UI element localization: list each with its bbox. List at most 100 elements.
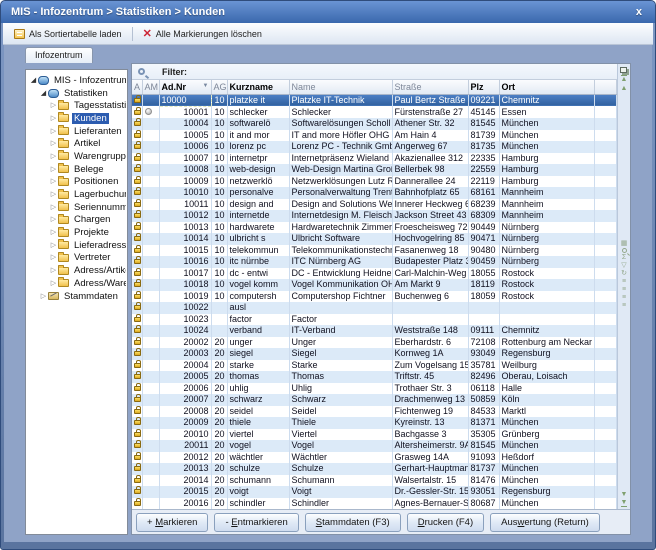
column-header-ort[interactable]: Ort bbox=[499, 80, 594, 94]
expander-icon[interactable]: ▷ bbox=[49, 203, 58, 212]
table-row[interactable]: 10009 10 netzwerklö Netzwerklösungen Lut… bbox=[132, 176, 617, 188]
table-row[interactable]: 10008 10 web-design Web-Design Martina G… bbox=[132, 164, 617, 176]
table-row[interactable]: 20007 20 schwarz Schwarz Drachmenweg 13 … bbox=[132, 394, 617, 406]
search-icon[interactable] bbox=[622, 248, 627, 253]
table-row[interactable]: 10015 10 telekommun Telekommunikationste… bbox=[132, 245, 617, 257]
table-row[interactable]: 20014 20 schumann Schumann Walsertalstr.… bbox=[132, 475, 617, 487]
table-row[interactable]: 20009 20 thiele Thiele Kyreinstr. 13 813… bbox=[132, 417, 617, 429]
expander-icon[interactable]: ▷ bbox=[49, 152, 58, 161]
window-titlebar[interactable]: MIS - Infozentrum > Statistiken > Kunden… bbox=[1, 1, 655, 23]
expander-icon[interactable]: ▷ bbox=[39, 292, 48, 301]
tree-item-adress-warengruppen[interactable]: ▷ Adress/Warengruppen bbox=[27, 277, 126, 290]
tree-item-positionen[interactable]: ▷ Positionen bbox=[27, 176, 126, 189]
table-row[interactable]: 10024 verband IT-Verband Weststraße 148 … bbox=[132, 325, 617, 337]
scroll-up-icon[interactable]: ▲ bbox=[621, 85, 628, 92]
table-row[interactable]: 10006 10 lorenz pc Lorenz PC - Technik G… bbox=[132, 141, 617, 153]
scrollbar-rail[interactable]: ▲▲ ▦Σ▽↻≡≡≡≡ ▼▼ bbox=[617, 64, 630, 509]
grid-view-icon[interactable]: ▦ bbox=[621, 240, 628, 247]
filter-row[interactable]: Filter: bbox=[132, 64, 617, 80]
table-row[interactable]: 10014 10 ulbricht s Ulbricht Software Ho… bbox=[132, 233, 617, 245]
tree-item-warengruppen[interactable]: ▷ Warengruppen bbox=[27, 150, 126, 163]
expander-icon[interactable]: ◢ bbox=[29, 76, 38, 85]
column-header-ag[interactable]: AG bbox=[211, 80, 227, 94]
table-row[interactable]: 10007 10 internetpr Internetpräsenz Wiel… bbox=[132, 153, 617, 165]
filter-icon[interactable]: ▽ bbox=[621, 262, 626, 269]
expander-icon[interactable]: ▷ bbox=[49, 190, 58, 199]
table-row[interactable]: 10004 10 softwarelö Softwarelösungen Sch… bbox=[132, 118, 617, 130]
table-row[interactable]: 20003 20 siegel Siegel Kornweg 1A 93049 … bbox=[132, 348, 617, 360]
expander-icon[interactable]: ▷ bbox=[49, 114, 58, 123]
tree-item-projekte[interactable]: ▷ Projekte bbox=[27, 226, 126, 239]
column-header-kurzname[interactable]: Kurzname bbox=[227, 80, 289, 94]
tree-item-tagesstatistik[interactable]: ▷ Tagesstatistik bbox=[27, 99, 126, 112]
tree-item-mis-infozentrum[interactable]: ◢ MIS - Infozentrum bbox=[27, 74, 126, 87]
column-header-name[interactable]: Name bbox=[289, 80, 392, 94]
table-row[interactable]: 10011 10 design and Design and Solutions… bbox=[132, 199, 617, 211]
tree-item-adress-artikel[interactable]: ▷ Adress/Artikel bbox=[27, 264, 126, 277]
tree-item-artikel[interactable]: ▷ Artikel bbox=[27, 137, 126, 150]
refresh-icon[interactable]: ↻ bbox=[621, 270, 627, 277]
close-button[interactable]: x bbox=[633, 6, 645, 18]
tree-item-kunden[interactable]: ▷ Kunden bbox=[27, 112, 126, 125]
action-button-auswertung-return[interactable]: Auswertung (Return) bbox=[490, 513, 600, 532]
table-row[interactable]: 20008 20 seidel Seidel Fichtenweg 19 845… bbox=[132, 406, 617, 418]
expander-icon[interactable]: ▷ bbox=[49, 101, 58, 110]
expander-icon[interactable]: ▷ bbox=[49, 127, 58, 136]
action-button-markieren[interactable]: + Markieren bbox=[136, 513, 208, 532]
clear-marks-button[interactable]: ✕ Alle Markierungen löschen bbox=[137, 27, 268, 41]
table-row[interactable]: 10005 10 it and mor IT and more Höfler O… bbox=[132, 130, 617, 142]
expander-icon[interactable]: ▷ bbox=[49, 241, 58, 250]
table-row[interactable]: 20004 20 starke Starke Zum Vogelsang 15 … bbox=[132, 360, 617, 372]
table-row[interactable]: 10013 10 hardwarete Hardwaretechnik Zimm… bbox=[132, 222, 617, 234]
table-row[interactable]: 20016 20 schindler Schindler Agnes-Berna… bbox=[132, 498, 617, 510]
load-sorttable-button[interactable]: Als Sortiertabelle laden bbox=[8, 27, 128, 41]
select-columns-icon[interactable] bbox=[620, 67, 627, 73]
column-list-icon[interactable]: ≡ bbox=[622, 286, 626, 293]
tree-item-lagerbuchungen[interactable]: ▷ Lagerbuchungen bbox=[27, 188, 126, 201]
column-header-plz[interactable]: Plz bbox=[468, 80, 499, 94]
expander-icon[interactable]: ▷ bbox=[49, 165, 58, 174]
expander-icon[interactable]: ▷ bbox=[49, 177, 58, 186]
table-row[interactable]: 10017 10 dc - entwi DC - Entwicklung Hei… bbox=[132, 268, 617, 280]
tree-item-belege[interactable]: ▷ Belege bbox=[27, 163, 126, 176]
expander-icon[interactable]: ▷ bbox=[49, 279, 58, 288]
table-row[interactable]: 20006 20 uhlig Uhlig Trothaer Str. 3 061… bbox=[132, 383, 617, 395]
tree-item-vertreter[interactable]: ▷ Vertreter bbox=[27, 252, 126, 265]
expander-icon[interactable]: ◢ bbox=[39, 89, 48, 98]
tree-item-statistiken[interactable]: ◢ Statistiken bbox=[27, 87, 126, 100]
column-header-strasse[interactable]: Straße bbox=[392, 80, 468, 94]
tab-infozentrum[interactable]: Infozentrum bbox=[25, 47, 93, 63]
table-row[interactable]: 10022 ausl bbox=[132, 302, 617, 314]
table-row[interactable]: 10023 factor Factor bbox=[132, 314, 617, 326]
table-row[interactable]: 10016 10 itc nürnbe ITC Nürnberg AG Buda… bbox=[132, 256, 617, 268]
tree-item-lieferadressen[interactable]: ▷ Lieferadressen bbox=[27, 239, 126, 252]
column-header-a[interactable]: A bbox=[132, 80, 142, 94]
column-header-am[interactable]: AM bbox=[142, 80, 159, 94]
expander-icon[interactable]: ▷ bbox=[49, 253, 58, 262]
table-row[interactable]: 10000 10 platzke it Platzke IT-Technik P… bbox=[132, 94, 617, 106]
table-row[interactable]: 20005 20 thomas Thomas Triftstr. 45 8249… bbox=[132, 371, 617, 383]
table-row[interactable]: 20010 20 viertel Viertel Bachgasse 3 353… bbox=[132, 429, 617, 441]
sum-icon[interactable]: Σ bbox=[622, 254, 626, 261]
table-row[interactable]: 20011 20 vogel Vogel Altersheimerstr. 9A… bbox=[132, 440, 617, 452]
column-list-icon[interactable]: ≡ bbox=[622, 278, 626, 285]
expander-icon[interactable]: ▷ bbox=[49, 266, 58, 275]
table-row[interactable]: 10019 10 computersh Computershop Fichtne… bbox=[132, 291, 617, 303]
table-row[interactable]: 10001 10 schlecker Schlecker Fürstenstra… bbox=[132, 106, 617, 118]
expander-icon[interactable]: ▷ bbox=[49, 139, 58, 148]
scroll-bottom-icon[interactable]: ▼ bbox=[621, 499, 628, 507]
table-row[interactable]: 20002 20 unger Unger Eberhardstr. 6 7210… bbox=[132, 337, 617, 349]
table-row[interactable]: 20015 20 voigt Voigt Dr.-Gessler-Str. 15… bbox=[132, 486, 617, 498]
action-button-drucken-f4[interactable]: Drucken (F4) bbox=[407, 513, 484, 532]
tree-item-seriennummern[interactable]: ▷ Seriennummern bbox=[27, 201, 126, 214]
expander-icon[interactable]: ▷ bbox=[49, 228, 58, 237]
tree-item-stammdaten[interactable]: ▷ Stammdaten bbox=[27, 290, 126, 303]
tree-item-lieferanten[interactable]: ▷ Lieferanten bbox=[27, 125, 126, 138]
table-row[interactable]: 10012 10 internetde Internetdesign M. Fl… bbox=[132, 210, 617, 222]
column-list-icon[interactable]: ≡ bbox=[622, 294, 626, 301]
scroll-down-icon[interactable]: ▼ bbox=[621, 491, 628, 498]
column-header-adnr[interactable]: Ad.Nr▼ bbox=[159, 80, 211, 94]
table-row[interactable]: 10010 10 personalve Personalverwaltung T… bbox=[132, 187, 617, 199]
action-button-entmarkieren[interactable]: - Entmarkieren bbox=[214, 513, 298, 532]
column-list-icon[interactable]: ≡ bbox=[622, 302, 626, 309]
